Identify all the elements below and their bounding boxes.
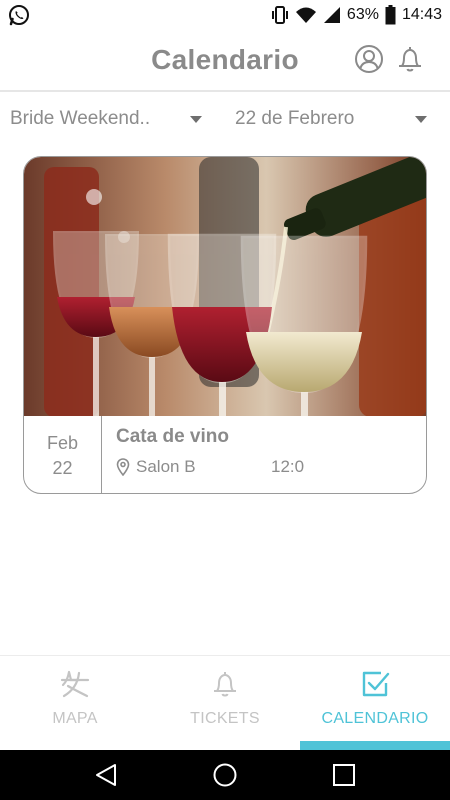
tab-calendario[interactable]: CALENDARIO bbox=[300, 656, 450, 751]
filters-bar: Bride Weekend.. 22 de Febrero bbox=[0, 92, 450, 146]
event-day: 22 bbox=[52, 458, 73, 478]
check-square-icon bbox=[359, 668, 391, 700]
home-icon[interactable] bbox=[212, 762, 238, 788]
bottom-nav: MAPA TICKETS CALENDARIO bbox=[0, 655, 450, 751]
tab-tickets[interactable]: TICKETS bbox=[150, 656, 300, 751]
status-icons: 63% 14:43 bbox=[271, 0, 442, 30]
event-card[interactable]: Feb 22 Cata de vino Salon B 12:0 bbox=[23, 156, 427, 494]
bell-icon[interactable] bbox=[395, 44, 425, 74]
bell-icon bbox=[209, 668, 241, 700]
location-pin-icon bbox=[116, 458, 130, 477]
event-date: Feb 22 bbox=[24, 416, 102, 493]
event-info: Feb 22 Cata de vino Salon B 12:0 bbox=[24, 416, 426, 493]
map-person-icon bbox=[59, 668, 91, 700]
recent-apps-icon[interactable] bbox=[331, 762, 357, 788]
signal-icon bbox=[323, 6, 341, 24]
whatsapp-icon bbox=[8, 4, 30, 26]
event-time: 12:0 bbox=[271, 457, 305, 476]
chevron-down-icon bbox=[190, 116, 202, 123]
tab-tickets-label: TICKETS bbox=[190, 710, 260, 727]
battery-icon bbox=[385, 5, 396, 25]
vibrate-icon bbox=[271, 5, 289, 25]
event-dropdown-value: Bride Weekend.. bbox=[10, 108, 151, 129]
back-icon[interactable] bbox=[93, 762, 119, 788]
battery-percent: 63% bbox=[346, 6, 379, 23]
wifi-icon bbox=[295, 6, 317, 24]
event-month: Feb bbox=[46, 433, 79, 453]
status-bar: 63% 14:43 bbox=[0, 0, 450, 30]
event-image bbox=[24, 157, 426, 416]
tab-mapa[interactable]: MAPA bbox=[0, 656, 150, 751]
app-header: Calendario bbox=[0, 30, 450, 92]
date-dropdown-value: 22 de Febrero bbox=[235, 108, 355, 129]
event-dropdown[interactable]: Bride Weekend.. bbox=[10, 106, 210, 132]
tab-calendario-label: CALENDARIO bbox=[321, 710, 429, 727]
calendar-screen: 63% 14:43 Calendario Bride Weekend.. 22 … bbox=[0, 0, 450, 800]
event-title: Cata de vino bbox=[116, 426, 229, 447]
system-nav-bar bbox=[0, 750, 450, 800]
event-location: Salon B bbox=[136, 457, 196, 476]
chevron-down-icon bbox=[415, 116, 427, 123]
tab-mapa-label: MAPA bbox=[52, 710, 98, 727]
clock: 14:43 bbox=[401, 6, 442, 23]
profile-icon[interactable] bbox=[354, 44, 384, 74]
date-dropdown[interactable]: 22 de Febrero bbox=[235, 106, 435, 132]
